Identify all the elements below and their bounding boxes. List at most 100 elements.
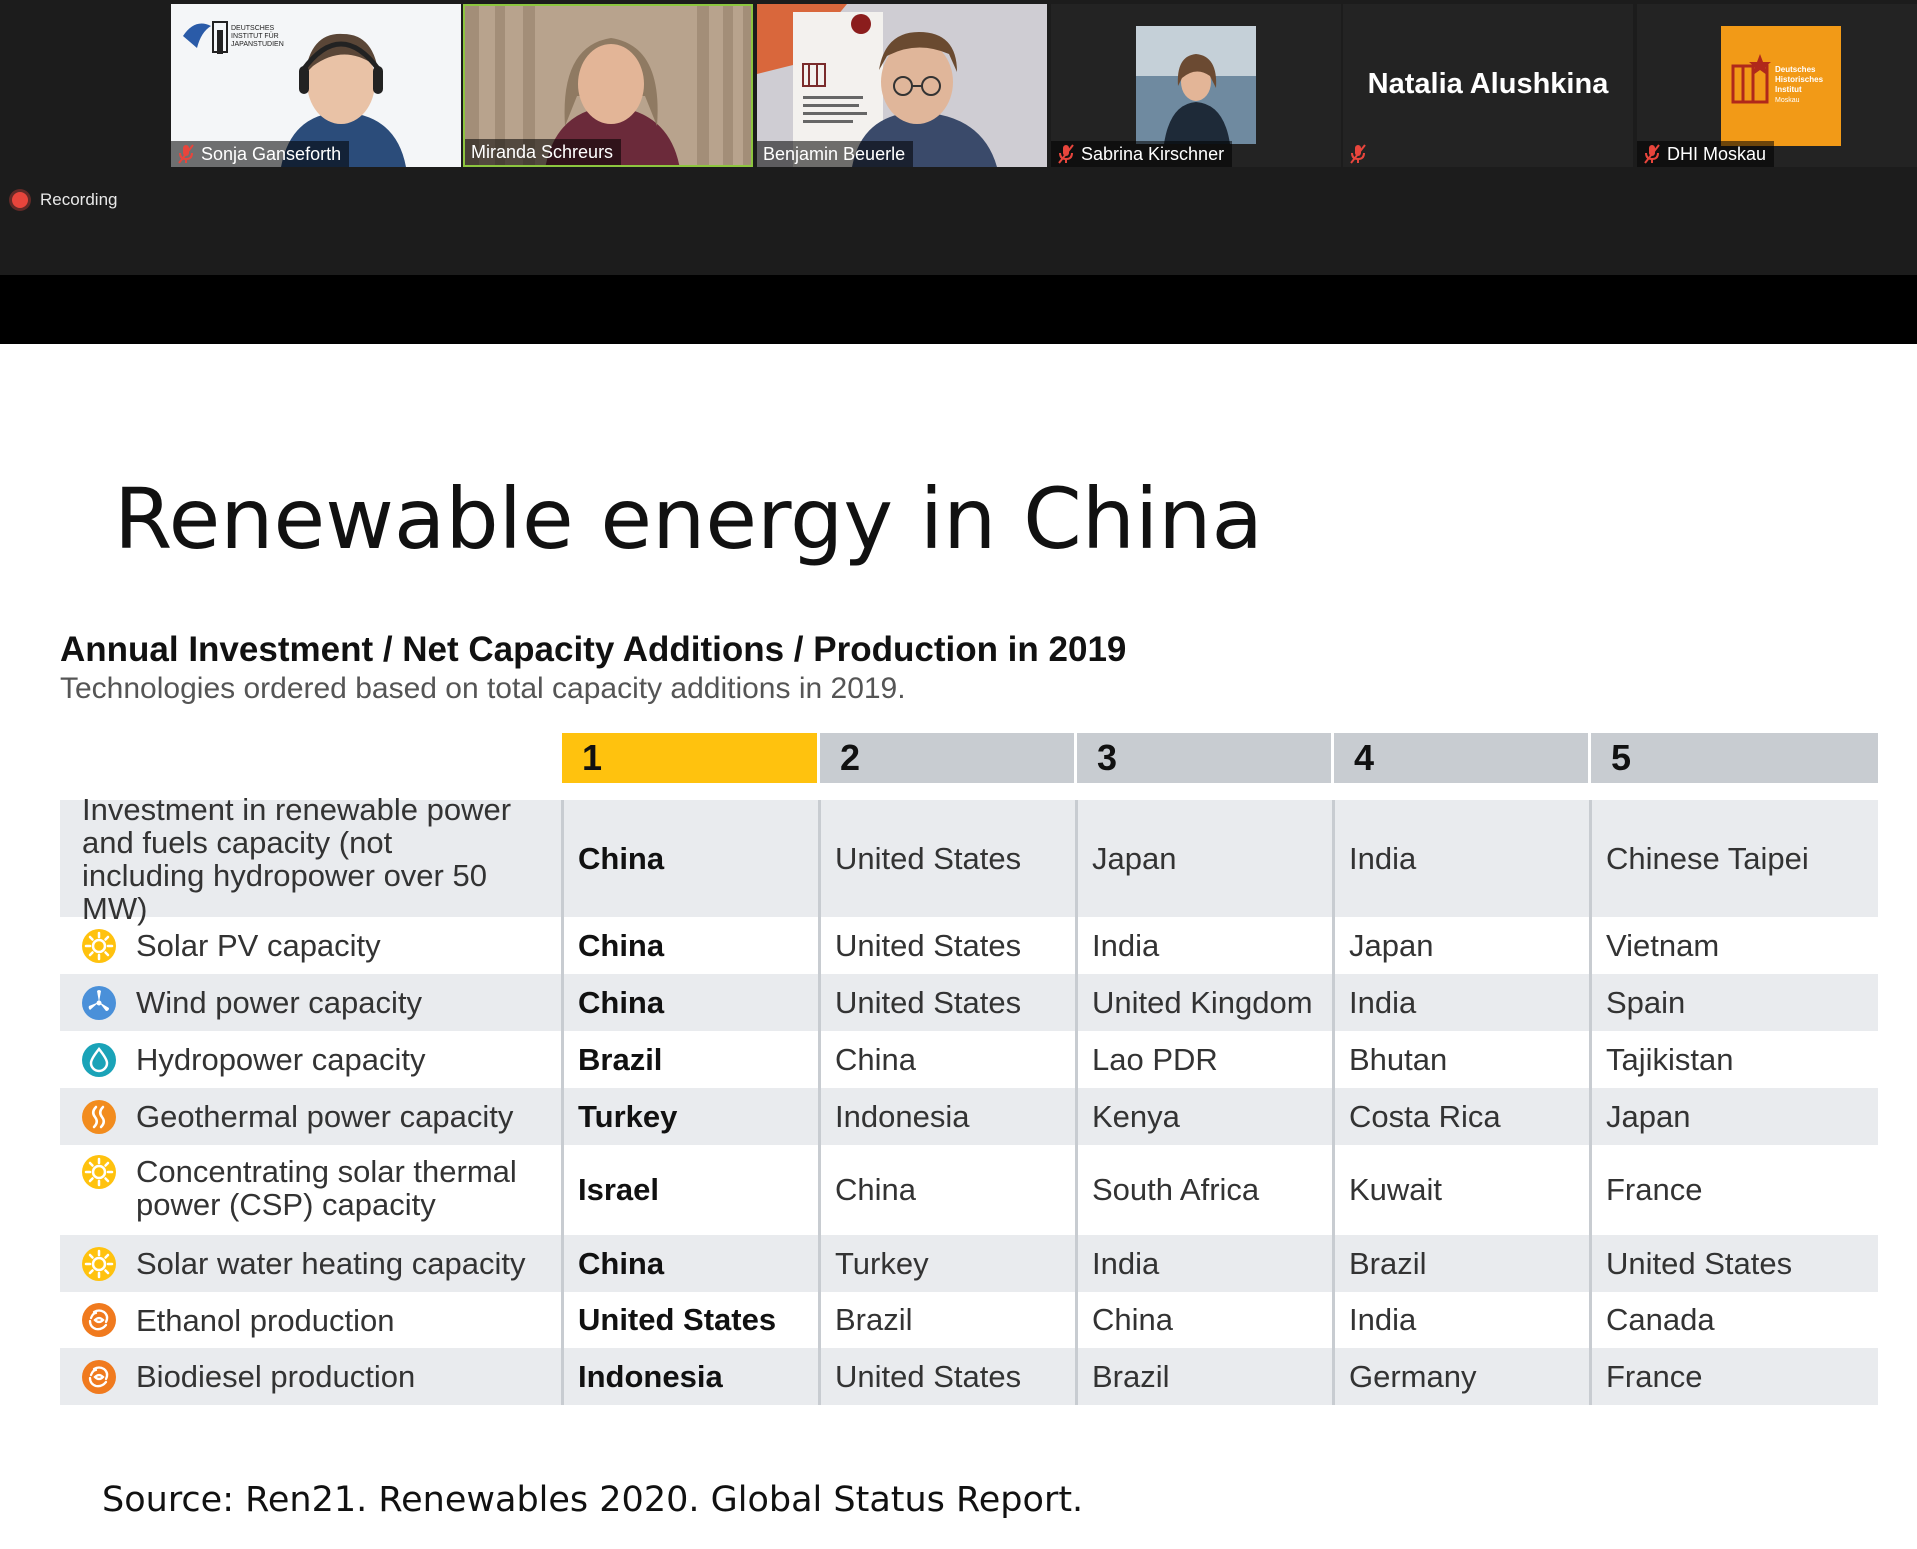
participant-name: Miranda Schreurs [471, 142, 614, 162]
rank-5-cell: France [1606, 1172, 1703, 1207]
rank-3-cell: South Africa [1092, 1172, 1260, 1207]
rank-3-cell: India [1092, 1245, 1160, 1281]
screen-share-border [0, 275, 1917, 344]
table-row: Concentrating solar thermal power (CSP) … [60, 1145, 1878, 1235]
participant-strip: DEUTSCHES INSTITUT FÜR JAPANSTUDIEN Sonj… [0, 0, 1917, 275]
rank-5-cell: Vietnam [1606, 927, 1720, 963]
row-label: Biodiesel production [60, 1348, 562, 1405]
column-divider [561, 800, 564, 1405]
recording-label: Recording [40, 190, 118, 209]
column-divider [818, 800, 821, 1405]
rank-2-cell: Indonesia [835, 1098, 970, 1134]
rank-5-cell: Spain [1606, 984, 1686, 1020]
participant-display-name: Natalia Alushkina [1367, 68, 1609, 100]
rank-2-cell: China [835, 1172, 916, 1207]
row-label-text: Hydropower capacity [136, 1042, 426, 1077]
row-label-text: Wind power capacity [136, 985, 423, 1020]
participant-name: Sonja Ganseforth [201, 144, 342, 164]
sun-icon [82, 1155, 116, 1189]
video-tile-miranda[interactable]: Miranda Schreurs [463, 4, 753, 167]
svg-text:Institut: Institut [1775, 85, 1802, 94]
video-tile-dhi-moskau[interactable]: Deutsches Historisches Institut Moskau D… [1637, 4, 1917, 167]
rank-1-cell: Indonesia [578, 1358, 723, 1394]
rank-3-cell: Brazil [1092, 1358, 1170, 1394]
svg-text:INSTITUT FÜR: INSTITUT FÜR [231, 32, 279, 40]
slide-title: Renewable energy in China [114, 470, 1264, 568]
rank-1-cell: China [578, 840, 665, 876]
video-tile-sabrina[interactable]: Sabrina Kirschner [1051, 4, 1341, 167]
rank-1-cell: Turkey [578, 1098, 678, 1134]
table-row: Ethanol production United States Brazil … [60, 1292, 1878, 1348]
rank-4-cell: India [1349, 1302, 1417, 1337]
column-divider [1589, 800, 1592, 1405]
participant-name-bar [1343, 141, 1375, 167]
participant-name: Benjamin Beuerle [763, 144, 906, 164]
rank-5-cell: Japan [1606, 1098, 1691, 1134]
rank-5-cell: Canada [1606, 1302, 1715, 1337]
rank-5-cell: Tajikistan [1606, 1041, 1734, 1077]
rank-4-cell: Costa Rica [1349, 1098, 1501, 1134]
table-row: Solar PV capacity China United States In… [60, 917, 1878, 974]
svg-text:JAPANSTUDIEN: JAPANSTUDIEN [231, 41, 284, 48]
rank-header-4: 4 [1334, 733, 1588, 783]
rank-3-cell: United Kingdom [1092, 984, 1313, 1020]
rank-2-cell: China [835, 1041, 916, 1077]
svg-text:Deutsches: Deutsches [1775, 65, 1816, 74]
recording-dot-icon [12, 192, 28, 208]
table-heading: Annual Investment / Net Capacity Additio… [60, 630, 1127, 669]
row-label: Solar water heating capacity [60, 1235, 562, 1292]
svg-text:Historisches: Historisches [1775, 75, 1824, 84]
participant-name-bar: Benjamin Beuerle [757, 141, 914, 167]
water-drop-icon [82, 1042, 116, 1077]
table-row: Biodiesel production Indonesia United St… [60, 1348, 1878, 1405]
table-row: Wind power capacity China United States … [60, 974, 1878, 1031]
recording-indicator[interactable]: Recording [12, 190, 118, 210]
rank-header-5: 5 [1591, 733, 1878, 783]
rank-5-cell: Chinese Taipei [1606, 840, 1809, 876]
rank-1-cell: United States [578, 1302, 777, 1337]
participant-name: Sabrina Kirschner [1081, 144, 1225, 164]
row-label: Concentrating solar thermal power (CSP) … [60, 1145, 562, 1235]
video-tile-sonja[interactable]: DEUTSCHES INSTITUT FÜR JAPANSTUDIEN Sonj… [171, 4, 461, 167]
video-tile-benjamin[interactable]: Benjamin Beuerle [757, 4, 1047, 167]
participant-name-bar: Sonja Ganseforth [171, 141, 350, 167]
rank-4-cell: India [1349, 840, 1417, 876]
rank-2-cell: United States [835, 840, 1022, 876]
column-divider [1075, 800, 1078, 1405]
row-label: Geothermal power capacity [60, 1088, 562, 1145]
rank-header-2: 2 [820, 733, 1074, 783]
table-row: Geothermal power capacity Turkey Indones… [60, 1088, 1878, 1145]
rank-1-cell: China [578, 927, 665, 963]
row-label: Ethanol production [60, 1292, 562, 1348]
biofuel-icon [82, 1303, 116, 1337]
rank-2-cell: United States [835, 984, 1022, 1020]
rank-3-cell: India [1092, 927, 1160, 963]
rank-1-cell: Brazil [578, 1041, 663, 1077]
video-tile-natalia[interactable]: Natalia Alushkina [1343, 4, 1633, 167]
rank-header-row: 1 2 3 4 5 [60, 733, 1878, 783]
rank-4-cell: Japan [1349, 927, 1434, 963]
svg-text:DEUTSCHES: DEUTSCHES [231, 25, 275, 32]
mic-muted-icon [177, 144, 195, 164]
participant-name-bar: DHI Moskau [1637, 141, 1775, 167]
geothermal-icon [82, 1099, 116, 1134]
wind-turbine-icon [82, 985, 116, 1020]
sun-icon [82, 928, 116, 963]
rank-4-cell: Bhutan [1349, 1041, 1448, 1077]
row-label-text: Solar PV capacity [136, 928, 381, 963]
row-label-text: Solar water heating capacity [136, 1246, 526, 1281]
rank-2-cell: Turkey [835, 1245, 929, 1281]
sun-icon [82, 1246, 116, 1281]
participant-name-bar: Miranda Schreurs [465, 139, 622, 165]
row-label: Wind power capacity [60, 974, 562, 1031]
row-label-text: Concentrating solar thermal power (CSP) … [136, 1154, 517, 1222]
rank-2-cell: Brazil [835, 1302, 913, 1337]
rank-header-3: 3 [1077, 733, 1331, 783]
svg-text:Moskau: Moskau [1775, 97, 1800, 104]
row-label-text: Ethanol production [136, 1302, 395, 1338]
rank-4-cell: Brazil [1349, 1245, 1427, 1281]
rank-4-cell: India [1349, 984, 1417, 1020]
row-label: Solar PV capacity [60, 917, 562, 974]
table-row: Hydropower capacity Brazil China Lao PDR… [60, 1031, 1878, 1088]
table-subheading: Technologies ordered based on total capa… [60, 672, 906, 705]
